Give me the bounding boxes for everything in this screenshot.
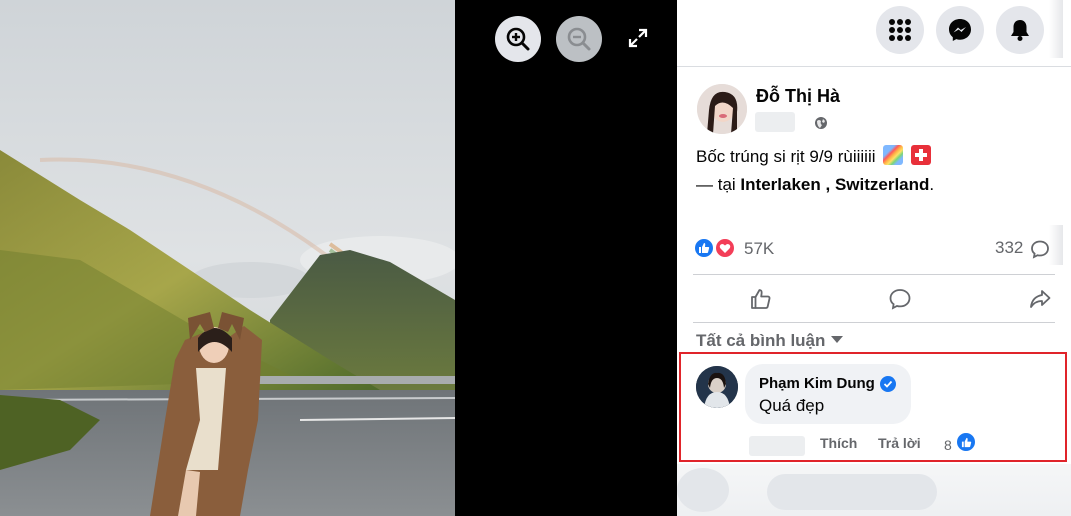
location-city-link[interactable]: Interlaken [740,175,820,194]
rainbow-icon [883,145,904,165]
like-reaction-icon[interactable] [693,237,715,259]
swiss-flag-icon [910,145,931,165]
post-panel: Đỗ Thị Hà Bốc trúng si rịt 9/9 rùiiiiii … [677,0,1071,516]
comment-bubble-icon [1031,240,1049,259]
zoom-in-button[interactable] [495,16,541,62]
location-separator: , [825,175,831,194]
photo-scene [0,0,455,516]
post-timestamp-blurred [755,112,795,132]
viewer-background [455,0,677,516]
location-country-link[interactable]: Switzerland [835,175,929,194]
header-divider [677,66,1071,67]
menu-button[interactable] [876,6,924,54]
blurred-avatar [677,468,729,512]
comment-button[interactable] [886,285,914,313]
comment-highlight-box [679,352,1067,462]
like-icon [751,289,771,309]
expand-icon [628,28,648,48]
blur-edge-mid [1049,225,1063,265]
swiss-cross [914,149,927,161]
blurred-bubble [767,474,937,510]
heart-icon [719,244,731,253]
author-avatar-image [697,84,747,134]
actions-bottom-divider [693,322,1055,323]
bell-icon [1011,20,1029,41]
author-avatar[interactable] [697,84,747,134]
love-reaction-icon[interactable] [714,237,736,259]
actions-top-divider [693,274,1055,275]
post-text: Bốc trúng si rịt 9/9 rùiiiiii [696,145,931,167]
fullscreen-button[interactable] [626,26,650,50]
globe-icon [815,117,827,129]
messenger-icon [949,19,971,41]
location-suffix: . [929,175,935,194]
author-name[interactable]: Đỗ Thị Hà [756,86,840,107]
comment-icon [889,289,911,310]
comment-filter-dropdown[interactable]: Tất cả bình luận [696,331,844,351]
post-location: — tại Interlaken , Switzerland. [696,175,934,195]
messenger-button[interactable] [936,6,984,54]
share-button[interactable] [1026,285,1054,313]
share-icon [1030,290,1051,308]
blur-edge-top [1049,0,1063,58]
notifications-button[interactable] [996,6,1044,54]
zoom-out-button[interactable] [556,16,602,62]
comment-count[interactable]: 332 [995,238,1023,258]
location-prefix: — tại [696,175,736,194]
reaction-count[interactable]: 57K [744,239,774,259]
caret-down-icon [831,336,844,343]
comment-filter-label: Tất cả bình luận [696,331,826,350]
like-button[interactable] [747,285,775,313]
zoom-out-icon [567,27,591,51]
thumbs-up-icon [699,243,710,253]
post-text-content: Bốc trúng si rịt 9/9 rùiiiiii [696,147,876,166]
zoom-in-icon [506,27,530,51]
blurred-next-comment [677,464,1071,516]
grid-menu-icon [889,19,911,41]
post-photo[interactable] [0,0,455,516]
